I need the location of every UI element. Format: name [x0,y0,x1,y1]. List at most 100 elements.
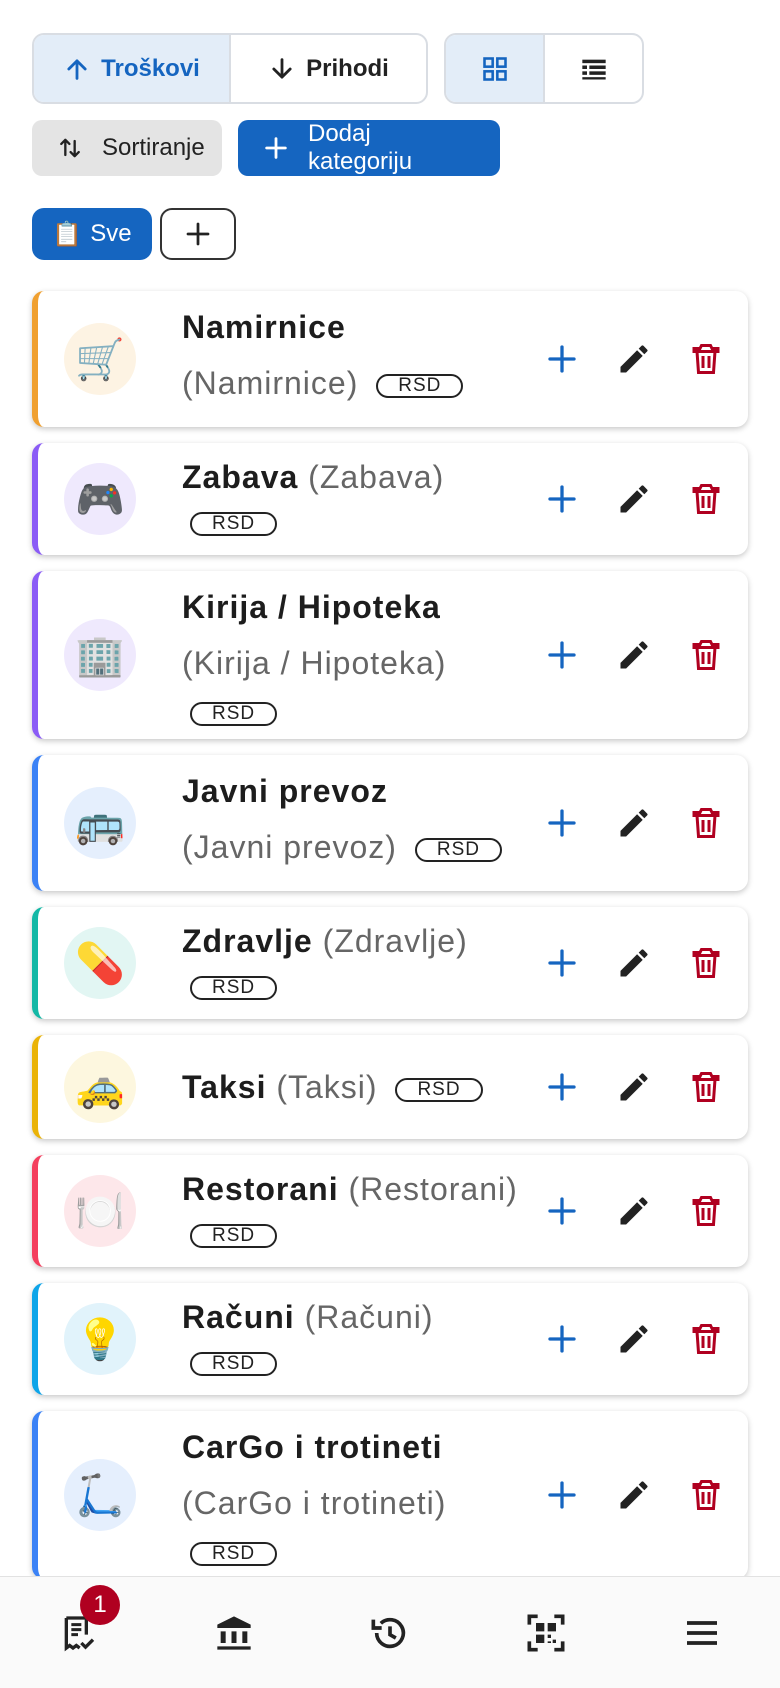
bottom-nav: 1 [0,1576,780,1688]
edit-button[interactable] [616,945,652,981]
currency-badge: RSD [190,975,278,1000]
category-original-name: (Kirija / Hipoteka) [182,645,447,681]
category-card[interactable]: 🎮 Zabava (Zabava) RSD [32,443,748,555]
category-original-name: (Računi) [304,1299,434,1335]
plus-icon [548,949,576,977]
add-transaction-button[interactable] [544,637,580,673]
delete-button[interactable] [688,1193,724,1229]
delete-button[interactable] [688,1069,724,1105]
edit-button[interactable] [616,1321,652,1357]
nav-scan[interactable] [468,1577,624,1688]
category-list: 🛒 Namirnice (Namirnice) RSD 🎮 Zabava (Za… [32,291,748,1579]
add-transaction-button[interactable] [544,1321,580,1357]
pencil-icon [620,1073,648,1101]
plus-icon [548,1325,576,1353]
trash-icon [692,344,720,374]
arrow-down-icon [272,57,292,79]
delete-button[interactable] [688,1321,724,1357]
add-filter-chip[interactable] [160,208,236,260]
trash-icon [692,1480,720,1510]
pencil-icon [620,345,648,373]
view-toggle [444,33,644,104]
currency-badge: RSD [376,373,464,398]
category-card[interactable]: 🚕 Taksi (Taksi) RSD [32,1035,748,1139]
bank-icon [217,1615,251,1650]
currency-badge: RSD [414,837,502,862]
edit-button[interactable] [616,805,652,841]
edit-button[interactable] [616,1069,652,1105]
nav-receipts[interactable]: 1 [0,1577,156,1688]
currency-badge: RSD [190,1351,278,1376]
add-category-label: Dodaj kategoriju [308,120,413,175]
card-actions [544,481,724,517]
category-original-name: (Taksi) [276,1069,378,1105]
card-actions [544,1477,724,1513]
card-actions [544,1321,724,1357]
nav-menu[interactable] [624,1577,780,1688]
delete-button[interactable] [688,805,724,841]
card-actions [544,637,724,673]
delete-button[interactable] [688,341,724,377]
trash-icon [692,948,720,978]
add-transaction-button[interactable] [544,1477,580,1513]
income-tab[interactable]: Prihodi [229,35,426,102]
category-original-name: (Javni prevoz) [182,829,397,865]
edit-button[interactable] [616,341,652,377]
add-transaction-button[interactable] [544,341,580,377]
category-name: Restorani [182,1171,339,1207]
nav-bank[interactable] [156,1577,312,1688]
add-category-button[interactable]: Dodaj kategoriju [238,120,500,176]
sort-button[interactable]: Sortiranje [32,120,222,176]
edit-button[interactable] [616,1193,652,1229]
delete-button[interactable] [688,945,724,981]
qr-scan-icon [527,1614,565,1651]
clipboard-icon: 📋 [52,220,83,248]
list-view-button[interactable] [543,35,642,102]
pencil-icon [620,1197,648,1225]
card-actions [544,805,724,841]
delete-button[interactable] [688,1477,724,1513]
filter-all-label: Sve [90,220,132,247]
category-card[interactable]: 🏢 Kirija / Hipoteka (Kirija / Hipoteka) … [32,571,748,739]
category-card[interactable]: 🚌 Javni prevoz (Javni prevoz) RSD [32,755,748,891]
expenses-tab[interactable]: Troškovi [34,35,229,102]
add-transaction-button[interactable] [544,1069,580,1105]
lightbulb-icon: 💡 [64,1303,136,1375]
pencil-icon [620,1481,648,1509]
pencil-icon [620,949,648,977]
grid-icon [482,56,507,81]
edit-button[interactable] [616,637,652,673]
delete-button[interactable] [688,481,724,517]
add-transaction-button[interactable] [544,805,580,841]
add-transaction-button[interactable] [544,945,580,981]
add-transaction-button[interactable] [544,481,580,517]
list-icon [581,59,606,79]
edit-button[interactable] [616,1477,652,1513]
plus-icon [548,641,576,669]
pencil-icon [620,1325,648,1353]
scooter-icon: 🛴 [64,1459,136,1531]
category-card[interactable]: 🛴 CarGo i trotineti (CarGo i trotineti) … [32,1411,748,1579]
cart-icon: 🛒 [64,323,136,395]
nav-history[interactable] [312,1577,468,1688]
card-actions [544,1193,724,1229]
category-original-name: (CarGo i trotineti) [182,1485,447,1521]
pencil-icon [620,641,648,669]
category-card[interactable]: 💊 Zdravlje (Zdravlje) RSD [32,907,748,1019]
grid-view-button[interactable] [446,35,543,102]
category-original-name: (Namirnice) [182,365,359,401]
trash-icon [692,484,720,514]
category-card[interactable]: 🛒 Namirnice (Namirnice) RSD [32,291,748,427]
edit-button[interactable] [616,481,652,517]
category-card[interactable]: 💡 Računi (Računi) RSD [32,1283,748,1395]
card-actions [544,341,724,377]
filter-all-chip[interactable]: 📋 Sve [32,208,152,260]
currency-badge: RSD [190,511,278,536]
add-transaction-button[interactable] [544,1193,580,1229]
gamepad-icon: 🎮 [64,463,136,535]
plate-icon: 🍽️ [64,1175,136,1247]
delete-button[interactable] [688,637,724,673]
currency-badge: RSD [190,701,278,726]
category-card[interactable]: 🍽️ Restorani (Restorani) RSD [32,1155,748,1267]
category-name: CarGo i trotineti [182,1429,443,1465]
